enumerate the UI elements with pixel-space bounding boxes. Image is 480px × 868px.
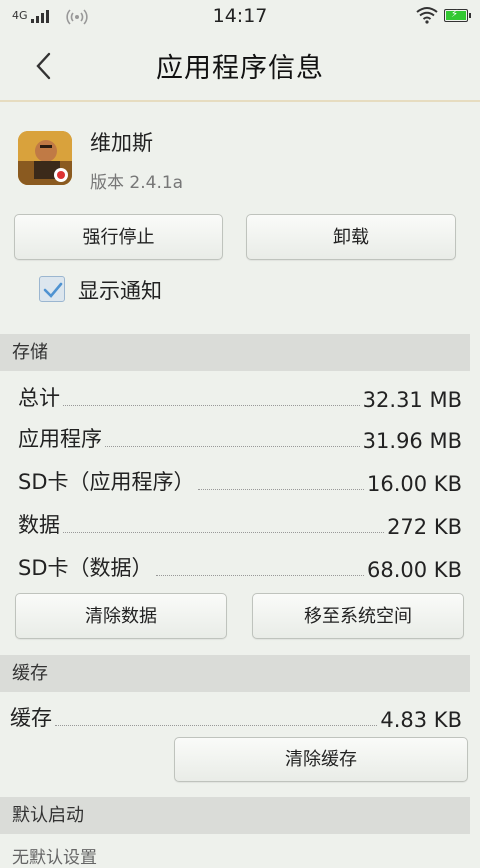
show-notifications-label: 显示通知 (78, 279, 162, 303)
clear-cache-button[interactable]: 清除缓存 (174, 737, 468, 782)
row-value: 68.00 KB (367, 558, 462, 582)
default-launch-header: 默认启动 (0, 797, 470, 834)
row-label: 总计 (18, 386, 60, 410)
row-label: SD卡（应用程序） (18, 470, 195, 494)
cache-row: 缓存 4.83 KB (10, 702, 462, 732)
uninstall-button[interactable]: 卸载 (246, 214, 456, 260)
row-label: 应用程序 (18, 427, 102, 451)
status-bar: 4G 14:17 ⚡ (0, 0, 480, 32)
row-value: 4.83 KB (380, 708, 462, 732)
move-to-system-button[interactable]: 移至系统空间 (252, 593, 464, 639)
app-name: 维加斯 (90, 131, 153, 155)
app-version: 版本 2.4.1a (90, 173, 184, 193)
storage-row-sd-app: SD卡（应用程序） 16.00 KB (18, 466, 462, 496)
page-title: 应用程序信息 (156, 53, 324, 84)
cache-header: 缓存 (0, 655, 470, 692)
row-value: 32.31 MB (362, 388, 462, 412)
show-notifications-checkbox[interactable] (39, 276, 65, 302)
row-value: 16.00 KB (367, 472, 462, 496)
row-label: 缓存 (10, 706, 52, 730)
default-launch-status: 无默认设置 (12, 848, 97, 868)
row-label: SD卡（数据） (18, 556, 153, 580)
checkmark-icon (43, 282, 63, 298)
battery-icon: ⚡ (444, 9, 471, 22)
row-value: 31.96 MB (362, 429, 462, 453)
wifi-icon (416, 7, 438, 24)
storage-row-app: 应用程序 31.96 MB (18, 423, 462, 453)
row-label: 数据 (18, 513, 60, 537)
storage-row-sd-data: SD卡（数据） 68.00 KB (18, 552, 462, 582)
row-value: 272 KB (387, 515, 462, 539)
clear-data-button[interactable]: 清除数据 (15, 593, 227, 639)
title-bar: 应用程序信息 (0, 32, 480, 102)
app-icon (18, 131, 72, 185)
storage-row-data: 数据 272 KB (18, 509, 462, 539)
force-stop-button[interactable]: 强行停止 (14, 214, 223, 260)
storage-header: 存储 (0, 334, 470, 371)
storage-row-total: 总计 32.31 MB (18, 382, 462, 412)
clock: 14:17 (212, 5, 268, 27)
